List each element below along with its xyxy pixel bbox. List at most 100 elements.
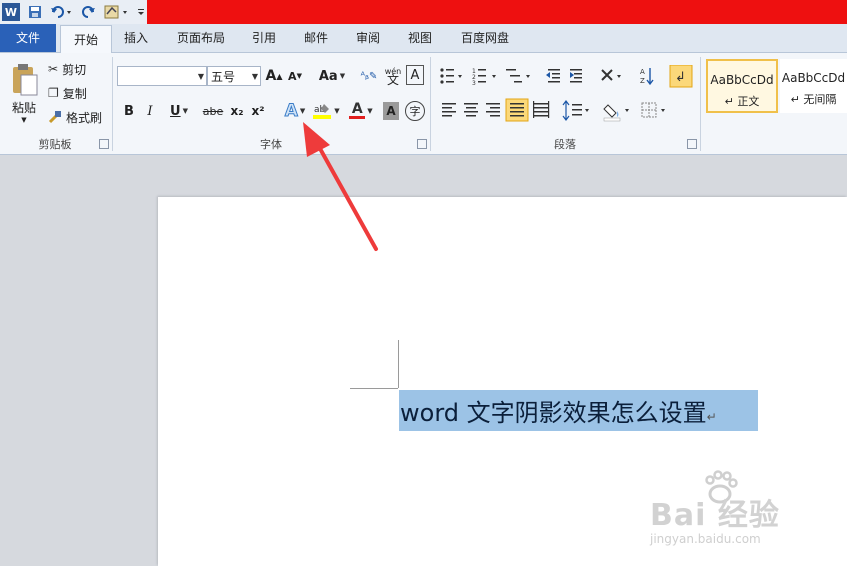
chevron-down-icon: ▼ (299, 107, 306, 115)
font-color-icon: A (349, 102, 366, 119)
subscript-button[interactable]: x₂ (228, 101, 246, 121)
tab-baidu-disk[interactable]: 百度网盘 (452, 24, 518, 52)
chevron-down-icon: ▼ (367, 107, 373, 115)
copy-label: 复制 (62, 86, 87, 101)
shrink-font-icon[interactable]: A ▼ (286, 67, 304, 85)
tab-insert[interactable]: 插入 (116, 24, 156, 52)
style-normal[interactable]: AaBbCcDd ↵ 正文 (706, 59, 778, 113)
paragraph-launcher-icon[interactable] (687, 139, 697, 149)
enclose-characters-button[interactable]: 字 (405, 101, 425, 121)
scissors-icon: ✂ (48, 62, 59, 76)
watermark-url: jingyan.baidu.com (650, 532, 761, 546)
font-group-label: 字体 (260, 138, 282, 151)
separator (700, 57, 701, 151)
quick-access-menu-icon[interactable] (136, 3, 146, 21)
underline-label: U (170, 103, 181, 119)
style-no-spacing-preview: AaBbCcDd (781, 71, 846, 85)
font-launcher-icon[interactable] (417, 139, 427, 149)
tab-view[interactable]: 视图 (400, 24, 440, 52)
format-painter-button[interactable]: 格式刷 (48, 108, 102, 126)
customize-tool-button[interactable] (103, 3, 131, 21)
change-case-button[interactable]: Aa ▼ (318, 67, 346, 85)
align-left-icon[interactable] (442, 103, 456, 117)
chevron-down-icon: ▼ (334, 107, 340, 115)
strikethrough-button[interactable]: abe (202, 101, 224, 121)
superscript-button[interactable]: x² (249, 101, 267, 121)
text-effects-icon: A (284, 101, 298, 122)
sort-icon[interactable]: AZ (640, 68, 654, 86)
chevron-down-icon: ▼ (251, 72, 258, 81)
font-name-combo[interactable]: ▼ (117, 66, 207, 86)
decrease-indent-icon[interactable] (546, 69, 560, 83)
document-text[interactable]: word 文字阴影效果怎么设置↵ (400, 393, 717, 428)
multilevel-list-icon[interactable] (506, 69, 530, 83)
line-spacing-icon[interactable] (562, 100, 589, 121)
highlighter-icon: ab (313, 104, 332, 119)
paragraph-group-label: 段落 (554, 138, 576, 151)
borders-icon[interactable] (641, 102, 665, 118)
font-color-button[interactable]: A ▼ (345, 101, 377, 121)
chevron-down-icon: ▼ (339, 72, 346, 80)
justify-icon[interactable] (505, 98, 529, 122)
redo-icon[interactable] (80, 3, 98, 21)
save-icon[interactable] (27, 3, 43, 21)
bold-button[interactable]: B (121, 101, 137, 121)
svg-text:↲: ↲ (675, 70, 686, 85)
font-size-value: 五号 (211, 70, 236, 84)
phonetic-icon: 文 (386, 73, 399, 87)
copy-icon: ❐ (48, 86, 59, 100)
align-center-icon[interactable] (464, 103, 478, 117)
word-icon-letter: W (4, 5, 18, 19)
clipboard-launcher-icon[interactable] (99, 139, 109, 149)
align-right-icon[interactable] (486, 103, 500, 117)
paste-label: 粘贴 (11, 100, 36, 115)
cut-button[interactable]: ✂ 剪切 (48, 60, 86, 78)
phonetic-guide-button[interactable]: wén 文 (382, 65, 404, 87)
highlight-color-button[interactable]: ab ▼ (311, 101, 341, 121)
paint-bucket-icon[interactable] (603, 104, 629, 122)
chinese-layout-icon[interactable] (601, 69, 621, 81)
font-color-swatch (349, 116, 366, 119)
paragraph-tools: 123 AZ ↲ (440, 65, 693, 122)
paste-button[interactable]: 粘贴 ▼ (4, 57, 44, 129)
baidu-jingyan-watermark: Bai 经验 jingyan.baidu.com (650, 470, 840, 550)
grow-font-icon[interactable]: A ▲ (265, 67, 283, 85)
style-no-spacing[interactable]: AaBbCcDd ↵ 无间隔 (780, 59, 847, 113)
word-app-icon[interactable]: W (2, 3, 20, 21)
ribbon-home: 粘贴 ▼ ✂ 剪切 ❐ 复制 格式刷 剪贴板 ▼ 五号 ▼ A ▲ A ▼ Aa ▼ ᴬ… (0, 53, 847, 155)
clipboard-group-label: 剪贴板 (38, 138, 72, 151)
clipboard-icon (13, 63, 38, 95)
watermark-brand: Bai 经验 (650, 498, 780, 533)
format-painter-label: 格式刷 (66, 110, 103, 125)
style-normal-preview: AaBbCcDd (710, 73, 774, 87)
svg-text:3: 3 (472, 80, 476, 87)
copy-button[interactable]: ❐ 复制 (48, 84, 87, 102)
margin-corner-mark (350, 388, 398, 389)
distributed-icon[interactable] (533, 101, 550, 118)
tab-review[interactable]: 审阅 (348, 24, 388, 52)
numbering-icon[interactable]: 123 (472, 68, 496, 87)
chevron-down-icon: ▼ (182, 107, 188, 115)
character-shading-button[interactable]: A (383, 102, 399, 120)
style-no-spacing-label: ↵ 无间隔 (790, 93, 837, 106)
clear-format-icon[interactable]: ᴬᵦ✎ (358, 65, 380, 87)
tab-page-layout[interactable]: 页面布局 (168, 24, 234, 52)
bullets-icon[interactable] (440, 68, 462, 84)
svg-text:A: A (640, 68, 645, 76)
increase-indent-icon[interactable] (570, 69, 582, 83)
character-border-icon[interactable]: A (406, 65, 424, 85)
tab-file[interactable]: 文件 (0, 24, 56, 52)
svg-text:Z: Z (640, 77, 645, 85)
undo-button[interactable] (49, 3, 75, 21)
selected-text: word 文字阴影效果怎么设置 (400, 399, 707, 427)
underline-button[interactable]: U ▼ (166, 101, 192, 121)
font-size-combo[interactable]: 五号 ▼ (207, 66, 261, 86)
title-bar-highlight (147, 0, 847, 24)
tab-mailings[interactable]: 邮件 (296, 24, 336, 52)
text-effects-button[interactable]: A ▼ (281, 101, 309, 122)
format-painter-icon (48, 111, 61, 124)
italic-button[interactable]: I (142, 101, 158, 121)
tab-references[interactable]: 引用 (244, 24, 284, 52)
show-marks-icon[interactable]: ↲ (669, 65, 693, 88)
tab-home[interactable]: 开始 (60, 25, 112, 54)
